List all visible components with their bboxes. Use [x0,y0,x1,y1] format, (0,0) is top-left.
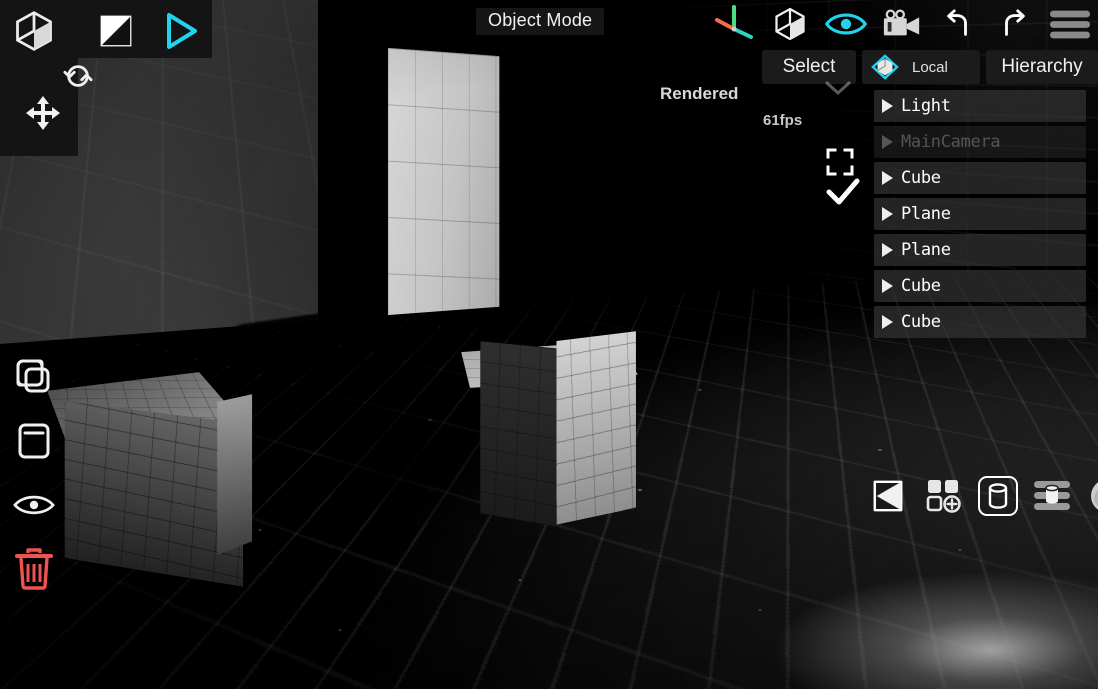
confirm-check-icon[interactable] [826,178,860,206]
light-hotspot [740,560,1098,689]
chevron-down-icon[interactable] [824,80,852,96]
mode-label: Object Mode [476,8,604,35]
rotate-icon[interactable] [58,56,98,96]
shading-square-icon[interactable] [866,474,910,518]
cube-center-mesh [480,341,561,526]
transform-space-button[interactable]: Local [862,50,980,84]
hierarchy-item-label: MainCamera [901,132,1000,152]
select-button[interactable]: Select [762,50,856,84]
render-mode-label: Rendered [660,84,738,104]
axis-gizmo-icon[interactable] [706,0,762,48]
editor-window: Object Mode [0,0,1098,689]
copy-icon[interactable] [12,356,56,398]
hierarchy-item[interactable]: MainCamera [874,126,1086,158]
camera-icon[interactable] [874,0,930,48]
fps-counter: 61fps [763,112,802,129]
local-space-label: Local [912,59,948,76]
hierarchy-item-label: Plane [901,204,951,224]
expand-triangle-icon[interactable] [882,315,893,329]
expand-triangle-icon[interactable] [882,243,893,257]
expand-triangle-icon[interactable] [882,207,893,221]
layers-icon[interactable] [1030,474,1074,518]
play-cursor-icon[interactable] [160,10,202,52]
hierarchy-item-label: Light [901,96,951,116]
trash-icon[interactable] [12,548,56,590]
object-cube-icon[interactable] [762,0,818,48]
local-space-icon [870,54,900,80]
left-toolbar [12,356,56,590]
mesh-object-icon[interactable] [978,476,1018,516]
shading-square-icon[interactable] [96,12,136,50]
hierarchy-item[interactable]: Cube [874,306,1086,338]
cube-left-mesh [217,394,252,555]
hierarchy-item-label: Plane [901,240,951,260]
hierarchy-item[interactable]: Light [874,90,1086,122]
paste-icon[interactable] [12,420,56,462]
cube-center-mesh [556,331,635,524]
hierarchy-item-label: Cube [901,276,941,296]
expand-triangle-icon[interactable] [882,135,893,149]
top-right-toolbar [706,0,1098,48]
object-cube-icon[interactable] [8,6,60,56]
hierarchy-tab-button[interactable]: Hierarchy [986,50,1098,84]
hierarchy-item-label: Cube [901,168,941,188]
undo-icon[interactable] [930,0,986,48]
hierarchy-item-label: Cube [901,312,941,332]
expand-triangle-icon[interactable] [882,279,893,293]
hamburger-menu-icon[interactable] [1042,0,1098,48]
hierarchy-item[interactable]: Cube [874,162,1086,194]
hierarchy-item[interactable]: Plane [874,234,1086,266]
expand-triangle-icon[interactable] [882,171,893,185]
expand-triangle-icon[interactable] [882,99,893,113]
eye-icon[interactable] [12,484,56,526]
frame-select-icon[interactable] [826,148,854,176]
redo-icon[interactable] [986,0,1042,48]
bottom-right-toolbar [866,474,1098,518]
add-object-icon[interactable] [922,474,966,518]
material-sphere-icon[interactable] [1086,474,1098,518]
move-icon[interactable] [22,92,64,134]
hierarchy-item[interactable]: Plane [874,198,1086,230]
eye-icon[interactable] [818,0,874,48]
hierarchy-panel: Light MainCamera Cube Plane Plane Cube C… [874,90,1086,338]
hierarchy-item[interactable]: Cube [874,270,1086,302]
